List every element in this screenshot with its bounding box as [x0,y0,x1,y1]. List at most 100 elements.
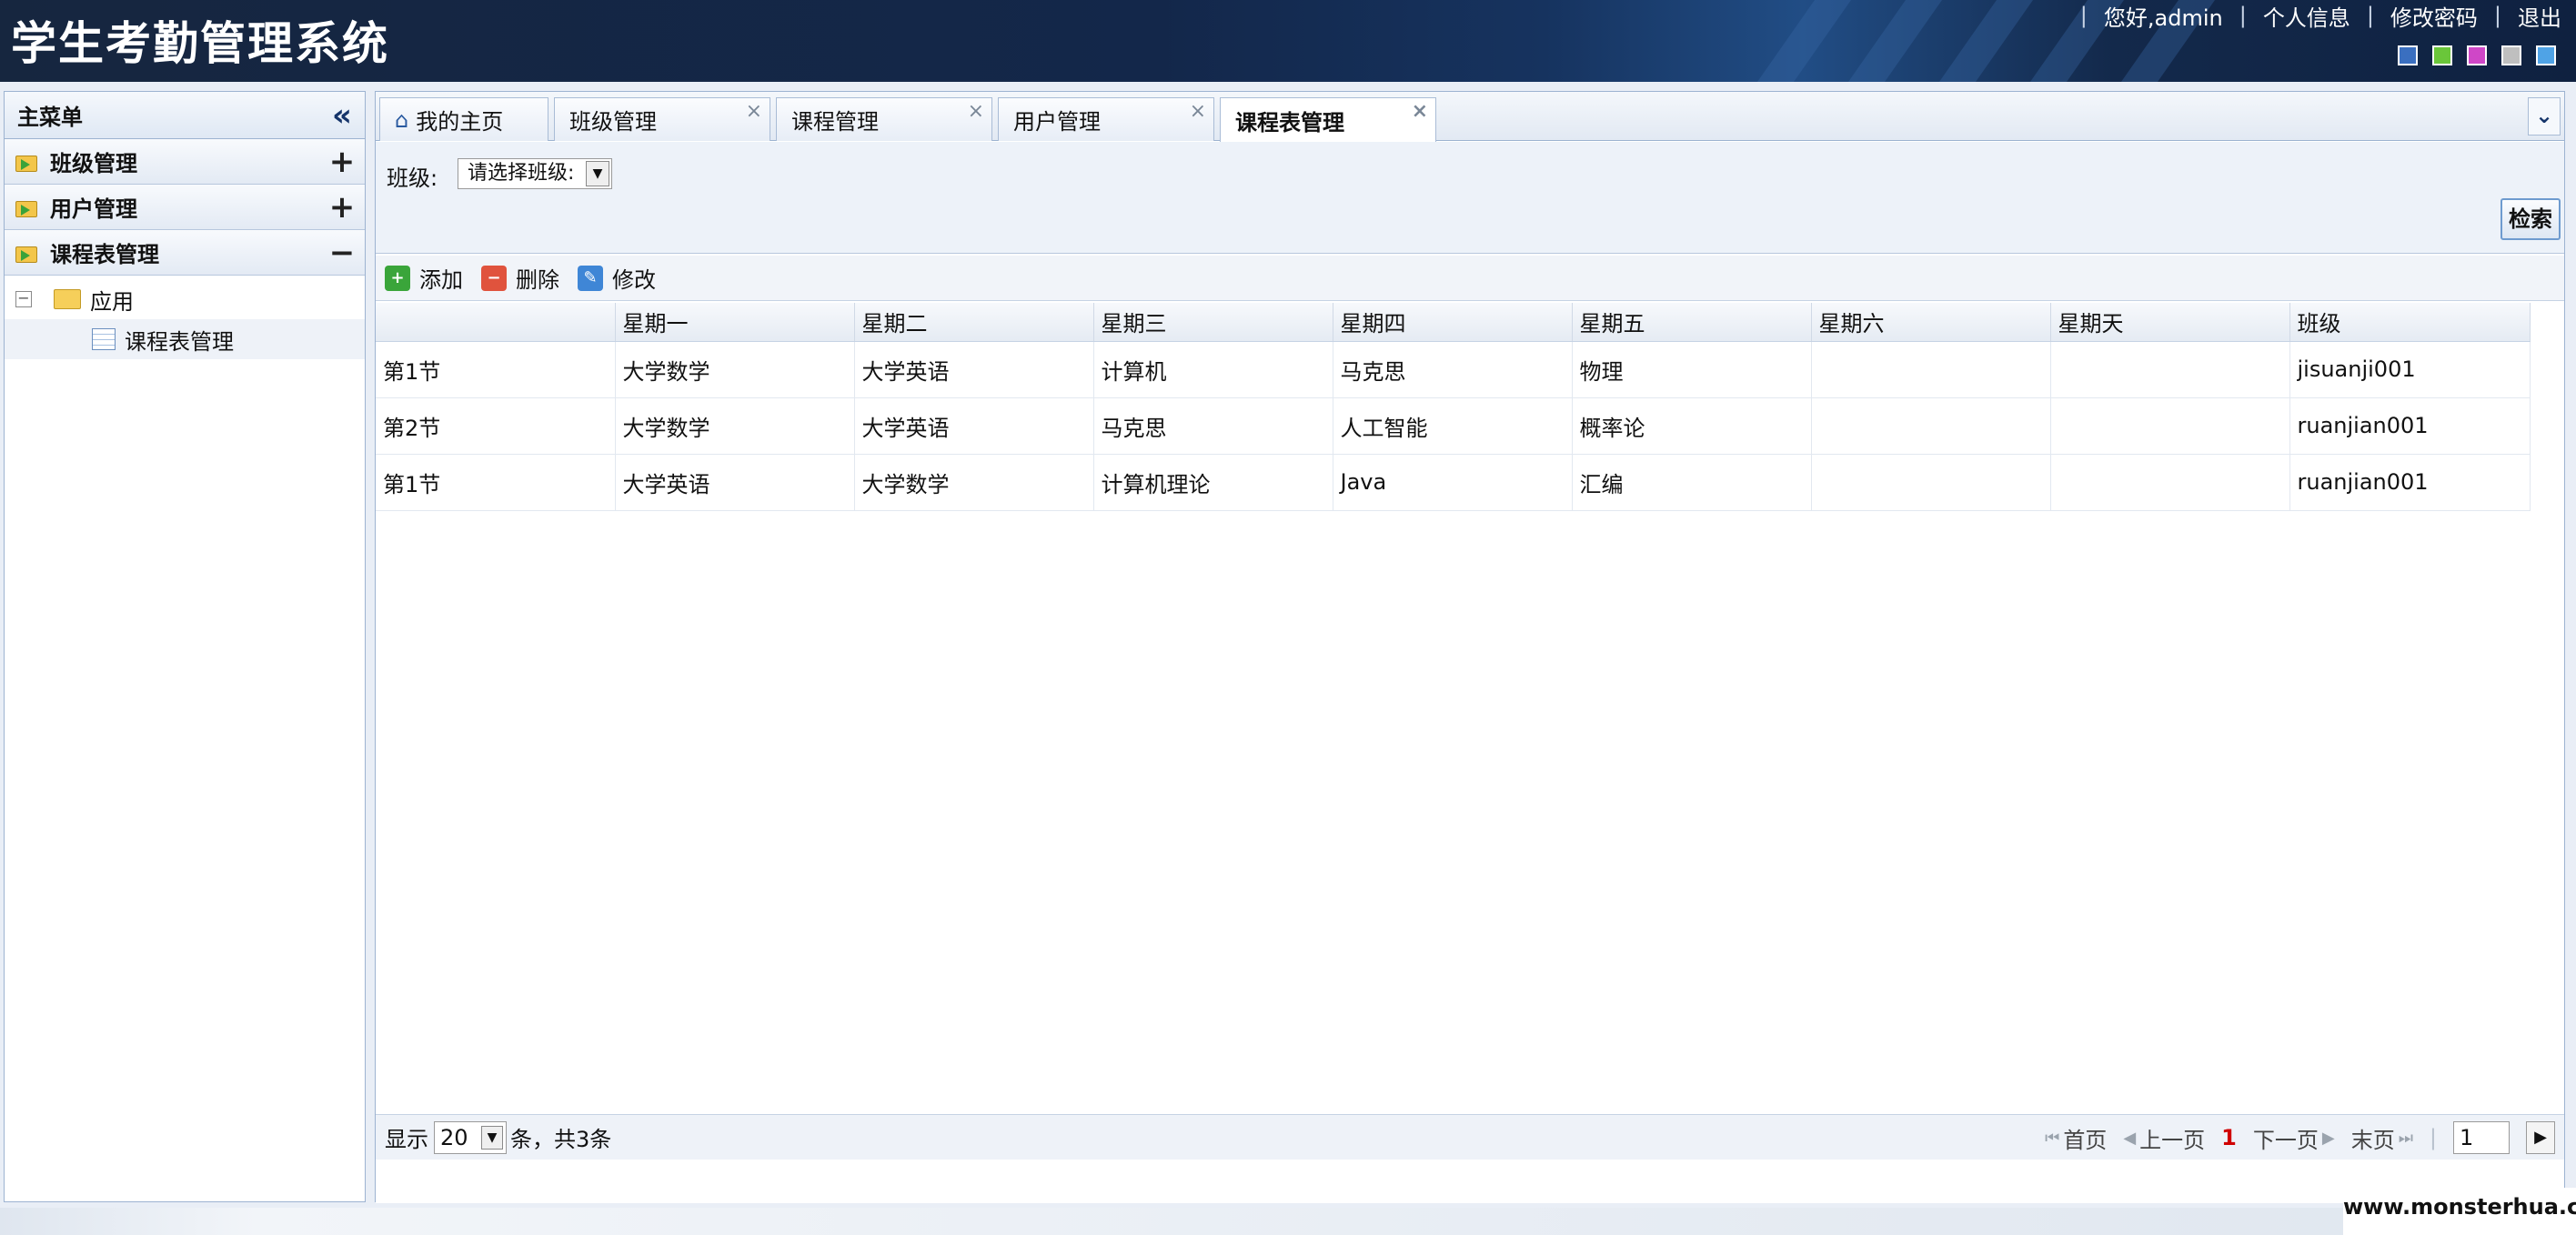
next-page-label: 下一页 [2252,1127,2319,1153]
table-cell: jisuanji001 [2289,341,2531,398]
column-header[interactable]: 星期六 [1811,303,2051,342]
table-cell [1811,341,2051,398]
close-icon[interactable]: × [1190,100,1206,123]
column-header[interactable]: 星期三 [1093,303,1333,342]
column-header[interactable]: 星期一 [615,303,855,342]
section-label: 用户管理 [50,196,137,222]
separator: | [2493,3,2501,28]
collapse-sidebar-icon[interactable]: « [332,100,352,131]
close-icon[interactable]: × [968,100,984,123]
tab-class-management[interactable]: 班级管理 × [554,97,770,141]
table-cell: ruanjian001 [2289,397,2531,455]
tree-collapse-icon[interactable]: − [15,291,32,307]
table-row[interactable]: 第2节 大学数学 大学英语 马克思 人工智能 概率论 ruanjian001 [376,397,2531,455]
search-button[interactable]: 检索 [2501,198,2561,240]
column-header[interactable]: 星期五 [1572,303,1812,342]
theme-swatch-gray[interactable] [2501,45,2521,65]
last-page-button[interactable]: 末页 ⏭ [2351,1122,2413,1154]
tab-label: 课程表管理 [1235,109,1344,136]
table-cell: 计算机 [1093,341,1333,398]
last-page-label: 末页 [2350,1127,2395,1153]
page-size-select[interactable]: 20 ▼ [434,1120,507,1154]
table-cell: 马克思 [1093,397,1333,455]
table-cell [2050,341,2290,398]
sidebar-section-class-management[interactable]: 班级管理 + [5,139,365,185]
separator: | [2366,3,2374,28]
tree-node-app[interactable]: − 应用 [5,279,365,319]
logout-link[interactable]: 退出 [2518,0,2561,32]
column-header[interactable]: 星期四 [1333,303,1573,342]
next-page-button[interactable]: 下一页 ▶ [2253,1122,2335,1154]
table-cell: 大学英语 [854,397,1094,455]
tab-label: 班级管理 [569,109,657,135]
show-label: 显示 [385,1127,428,1152]
expand-icon[interactable]: + [328,146,356,177]
column-header[interactable]: 星期天 [2050,303,2290,342]
table-cell: 马克思 [1333,341,1573,398]
edit-button[interactable]: ✎ 修改 [578,262,656,294]
folder-arrow-icon [14,150,39,174]
table-icon [92,328,116,350]
footer-area [376,1161,2564,1203]
separator: | [2429,1125,2437,1150]
close-icon[interactable]: × [1412,100,1428,123]
table-cell: 大学英语 [854,341,1094,398]
edit-icon: ✎ [578,265,603,291]
schedule-table: 星期一 星期二 星期三 星期四 星期五 星期六 星期天 班级 第1节 大学数学 … [376,303,2531,511]
page-number-input[interactable]: 1 [2453,1121,2510,1154]
table-cell [2050,397,2290,455]
tree-node-schedule-management[interactable]: 课程表管理 [5,319,365,359]
table-header-row: 星期一 星期二 星期三 星期四 星期五 星期六 星期天 班级 [376,303,2531,342]
add-label: 添加 [419,267,463,293]
column-header[interactable]: 班级 [2289,303,2531,342]
bottom-bar [0,1208,2576,1235]
theme-swatch-lightblue[interactable] [2536,45,2556,65]
section-label: 班级管理 [50,151,137,176]
column-header[interactable]: 星期二 [854,303,1094,342]
first-page-icon: ⏮ [2045,1128,2060,1148]
change-password-link[interactable]: 修改密码 [2390,0,2478,32]
class-select-value: 请选择班级: [468,162,575,185]
first-page-button[interactable]: ⏮ 首页 [2045,1122,2107,1154]
table-cell: 大学英语 [615,454,855,511]
table-row[interactable]: 第1节 大学数学 大学英语 计算机 马克思 物理 jisuanji001 [376,341,2531,398]
add-icon: + [385,265,410,291]
close-icon[interactable]: × [746,100,762,123]
folder-arrow-icon [14,196,39,219]
go-page-icon[interactable]: ▶ [2526,1121,2555,1154]
theme-swatch-blue[interactable] [2398,45,2418,65]
theme-swatch-pink[interactable] [2467,45,2487,65]
pager-nav: ⏮ 首页 ◀ 上一页 1 下一页 ▶ 末页 ⏭ | 1 ▶ [2045,1121,2555,1154]
app-header: 学生考勤管理系统 | 您好,admin | 个人信息 | 修改密码 | 退出 [0,0,2576,82]
sidebar-section-user-management[interactable]: 用户管理 + [5,185,365,230]
chevron-down-icon: ▼ [481,1125,503,1150]
table-cell: 第1节 [376,454,616,511]
tabs-bar: ⌂ 我的主页 班级管理 × 课程管理 × 用户管理 × 课程表管理 × ⌄ [376,92,2564,142]
tab-user-management[interactable]: 用户管理 × [998,97,1214,141]
prev-page-button[interactable]: ◀ 上一页 [2123,1122,2205,1154]
prev-page-label: 上一页 [2139,1127,2206,1153]
separator: | [2239,3,2247,28]
tab-course-management[interactable]: 课程管理 × [776,97,992,141]
table-row[interactable]: 第1节 大学英语 大学数学 计算机理论 Java 汇编 ruanjian001 [376,454,2531,511]
expand-icon[interactable]: + [328,192,356,223]
record-summary: 条，共3条 [510,1127,612,1152]
delete-button[interactable]: − 删除 [481,262,559,294]
tabs-menu-icon[interactable]: ⌄ [2528,97,2561,136]
column-header[interactable] [376,303,616,342]
collapse-icon[interactable]: − [328,237,356,268]
table-cell: 第1节 [376,341,616,398]
class-select[interactable]: 请选择班级: ▼ [458,158,612,189]
table-cell: 大学数学 [615,341,855,398]
sidebar-section-schedule-management[interactable]: 课程表管理 − [5,230,365,276]
tab-home[interactable]: ⌂ 我的主页 [379,97,548,141]
profile-link[interactable]: 个人信息 [2263,0,2350,32]
add-button[interactable]: + 添加 [385,262,463,294]
theme-swatches [2398,45,2556,65]
tree-node-label: 课程表管理 [125,328,234,355]
theme-swatch-green[interactable] [2432,45,2452,65]
table-cell: 计算机理论 [1093,454,1333,511]
toolbar: + 添加 − 删除 ✎ 修改 [376,256,2564,301]
tab-schedule-management[interactable]: 课程表管理 × [1220,97,1436,142]
class-label: 班级: [387,166,438,191]
